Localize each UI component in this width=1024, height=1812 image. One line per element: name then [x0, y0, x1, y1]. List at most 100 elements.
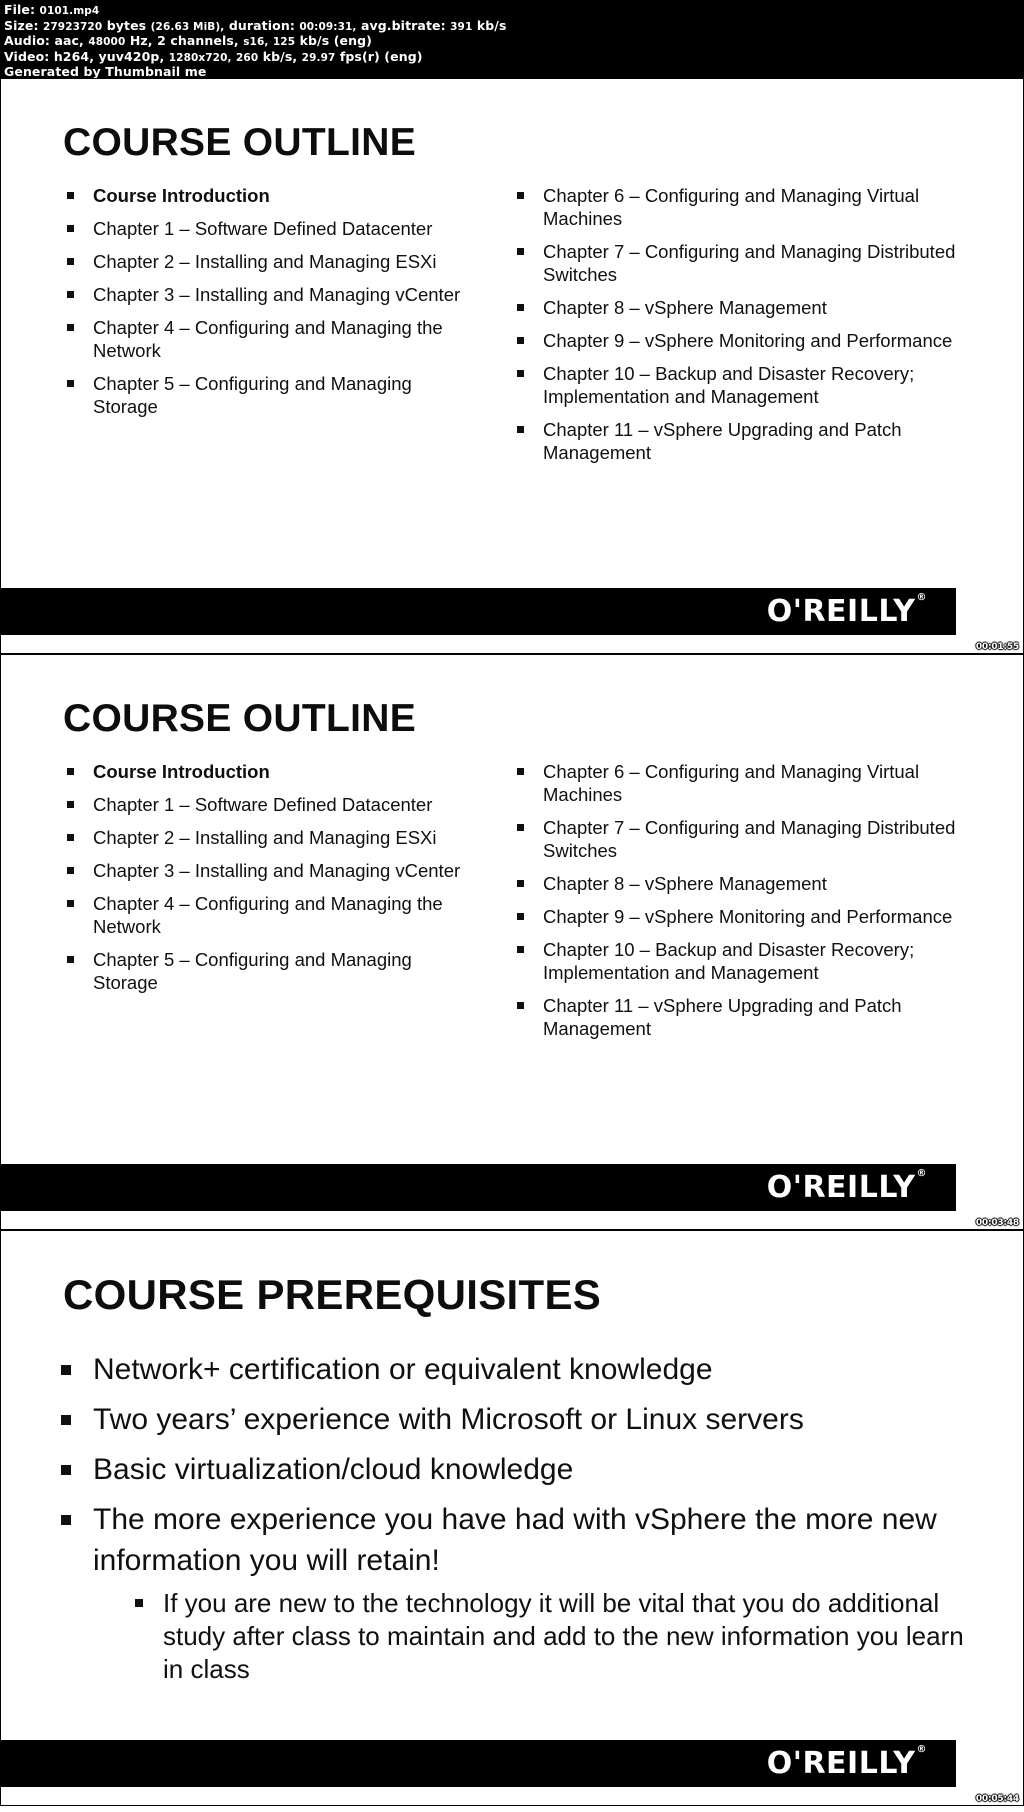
- list-item: Chapter 7 – Configuring and Managing Dis…: [513, 240, 973, 286]
- slide-course-outline-2: COURSE OUTLINE Course Introduction Chapt…: [1, 655, 1023, 1229]
- registered-trademark-icon: ®: [916, 591, 927, 603]
- list-item: Basic virtualization/cloud knowledge: [57, 1449, 987, 1490]
- list-item: Chapter 6 – Configuring and Managing Vir…: [513, 184, 973, 230]
- outline-right-column: Chapter 6 – Configuring and Managing Vir…: [491, 184, 991, 474]
- size-label: Size:: [4, 17, 39, 33]
- video-bitrate-unit: kb/s,: [262, 48, 298, 64]
- metadata-line-video: Video: h264, yuv420p, 1280x720, 260 kb/s…: [4, 48, 1024, 66]
- video-bitrate: 260: [236, 51, 259, 64]
- video-fps-unit: fps(r) (eng): [339, 48, 423, 64]
- frame-timestamp: 00:03:48: [975, 1218, 1019, 1228]
- size-bytes-unit: bytes: [106, 17, 147, 33]
- slide-course-prerequisites: COURSE PREREQUISITES Network+ certificat…: [1, 1231, 1023, 1805]
- bitrate-unit: kb/s: [476, 17, 507, 33]
- audio-rate-unit: Hz,: [129, 33, 153, 49]
- outline-columns: Course Introduction Chapter 1 – Software…: [1, 184, 1023, 474]
- list-item: Chapter 1 – Software Defined Datacenter: [63, 793, 481, 816]
- list-item: Chapter 4 – Configuring and Managing the…: [63, 316, 481, 362]
- duration-value: 00:09:31,: [299, 20, 357, 33]
- list-item: Chapter 10 – Backup and Disaster Recover…: [513, 938, 973, 984]
- thumbnail-frame[interactable]: COURSE OUTLINE Course Introduction Chapt…: [0, 78, 1024, 654]
- list-item: Chapter 10 – Backup and Disaster Recover…: [513, 362, 973, 408]
- video-codec: h264,: [53, 48, 95, 64]
- page-title: COURSE OUTLINE: [63, 697, 417, 740]
- outline-list-right: Chapter 6 – Configuring and Managing Vir…: [513, 760, 973, 1040]
- outline-left-column: Course Introduction Chapter 1 – Software…: [1, 760, 491, 1050]
- list-item: Chapter 6 – Configuring and Managing Vir…: [513, 760, 973, 806]
- oreilly-footer-bar: O'REILLY®: [1, 1164, 956, 1211]
- outline-right-column: Chapter 6 – Configuring and Managing Vir…: [491, 760, 991, 1050]
- slide-thumbnail-1[interactable]: COURSE OUTLINE Course Introduction Chapt…: [1, 79, 1023, 653]
- list-item: Chapter 8 – vSphere Management: [513, 872, 973, 895]
- thumbnail-frame[interactable]: COURSE OUTLINE Course Introduction Chapt…: [0, 654, 1024, 1230]
- file-name: 0101.mp4: [39, 5, 100, 17]
- sub-list-item: If you are new to the technology it will…: [133, 1587, 987, 1686]
- list-item: Course Introduction: [63, 184, 481, 207]
- page-title: COURSE OUTLINE: [63, 121, 417, 164]
- slide-thumbnail-3[interactable]: COURSE PREREQUISITES Network+ certificat…: [1, 1231, 1023, 1805]
- frame-timestamp: 00:01:55: [975, 642, 1019, 652]
- oreilly-logo-text: O'REILLY: [766, 593, 916, 629]
- list-item-label: Basic virtualization/cloud knowledge: [93, 1453, 574, 1486]
- list-item: Chapter 2 – Installing and Managing ESXi: [63, 250, 481, 273]
- list-item: Chapter 9 – vSphere Monitoring and Perfo…: [513, 329, 973, 352]
- oreilly-logo-text: O'REILLY: [766, 1745, 916, 1781]
- audio-rate: 48000: [88, 36, 126, 49]
- video-fps: 29.97: [301, 51, 336, 64]
- list-item: Chapter 3 – Installing and Managing vCen…: [63, 283, 481, 306]
- audio-bitrate-unit: kb/s (eng): [299, 33, 372, 49]
- registered-trademark-icon: ®: [916, 1167, 927, 1179]
- list-item-label: Network+ certification or equivalent kno…: [93, 1353, 713, 1386]
- audio-bitrate: 125: [272, 36, 296, 49]
- outline-list-left: Course Introduction Chapter 1 – Software…: [63, 184, 481, 418]
- metadata-line-file: File: 0101.mp4: [4, 2, 1024, 19]
- registered-trademark-icon: ®: [916, 1743, 927, 1755]
- list-item-label: The more experience you have had with vS…: [93, 1503, 937, 1577]
- bitrate-value: 391: [450, 20, 473, 33]
- outline-list-left: Course Introduction Chapter 1 – Software…: [63, 760, 481, 994]
- outline-list-right: Chapter 6 – Configuring and Managing Vir…: [513, 184, 973, 464]
- thumbnail-contact-sheet: COURSE OUTLINE Course Introduction Chapt…: [0, 78, 1024, 1806]
- list-item: Chapter 11 – vSphere Upgrading and Patch…: [513, 418, 973, 464]
- slide-thumbnail-2[interactable]: COURSE OUTLINE Course Introduction Chapt…: [1, 655, 1023, 1229]
- audio-sample-format: s16,: [243, 36, 269, 49]
- oreilly-logo: O'REILLY®: [766, 1744, 927, 1781]
- slide-course-outline-1: COURSE OUTLINE Course Introduction Chapt…: [1, 79, 1023, 653]
- prerequisites-list: Network+ certification or equivalent kno…: [57, 1349, 987, 1695]
- page-title: COURSE PREREQUISITES: [63, 1271, 602, 1318]
- prerequisites-sub-list: If you are new to the technology it will…: [93, 1587, 987, 1686]
- metadata-line-audio: Audio: aac, 48000 Hz, 2 channels, s16, 1…: [4, 33, 1024, 50]
- audio-label: Audio:: [4, 33, 50, 49]
- outline-left-column: Course Introduction Chapter 1 – Software…: [1, 184, 491, 474]
- video-pixel-format: yuv420p,: [98, 48, 165, 64]
- list-item-label: Two years’ experience with Microsoft or …: [93, 1403, 804, 1436]
- video-label: Video:: [4, 48, 50, 64]
- video-metadata-header: File: 0101.mp4 Size: 27923720 bytes (26.…: [0, 0, 1024, 79]
- metadata-line-size: Size: 27923720 bytes (26.63 MiB), durati…: [4, 17, 1024, 35]
- list-item: Chapter 3 – Installing and Managing vCen…: [63, 859, 481, 882]
- list-item: Chapter 7 – Configuring and Managing Dis…: [513, 816, 973, 862]
- list-item: Chapter 5 – Configuring and Managing Sto…: [63, 948, 481, 994]
- video-resolution: 1280x720,: [168, 51, 232, 64]
- oreilly-footer-bar: O'REILLY®: [1, 1740, 956, 1787]
- list-item: Chapter 5 – Configuring and Managing Sto…: [63, 372, 481, 418]
- duration-label: duration:: [228, 17, 295, 33]
- list-item: Chapter 4 – Configuring and Managing the…: [63, 892, 481, 938]
- list-item: Course Introduction: [63, 760, 481, 783]
- list-item: Chapter 8 – vSphere Management: [513, 296, 973, 319]
- thumbnail-frame[interactable]: COURSE PREREQUISITES Network+ certificat…: [0, 1230, 1024, 1806]
- oreilly-logo-text: O'REILLY: [766, 1169, 916, 1205]
- oreilly-footer-bar: O'REILLY®: [1, 588, 956, 635]
- audio-codec: aac,: [54, 33, 84, 49]
- oreilly-logo: O'REILLY®: [766, 1168, 927, 1205]
- list-item: Network+ certification or equivalent kno…: [57, 1349, 987, 1390]
- frame-timestamp: 00:05:44: [975, 1794, 1019, 1804]
- size-human: (26.63 MiB),: [150, 20, 225, 33]
- list-item: Chapter 2 – Installing and Managing ESXi: [63, 826, 481, 849]
- list-item: Chapter 1 – Software Defined Datacenter: [63, 217, 481, 240]
- audio-channels: 2 channels,: [157, 33, 239, 49]
- list-item: The more experience you have had with vS…: [57, 1499, 987, 1686]
- outline-columns: Course Introduction Chapter 1 – Software…: [1, 760, 1023, 1050]
- oreilly-logo: O'REILLY®: [766, 592, 927, 629]
- file-label: File:: [4, 2, 36, 17]
